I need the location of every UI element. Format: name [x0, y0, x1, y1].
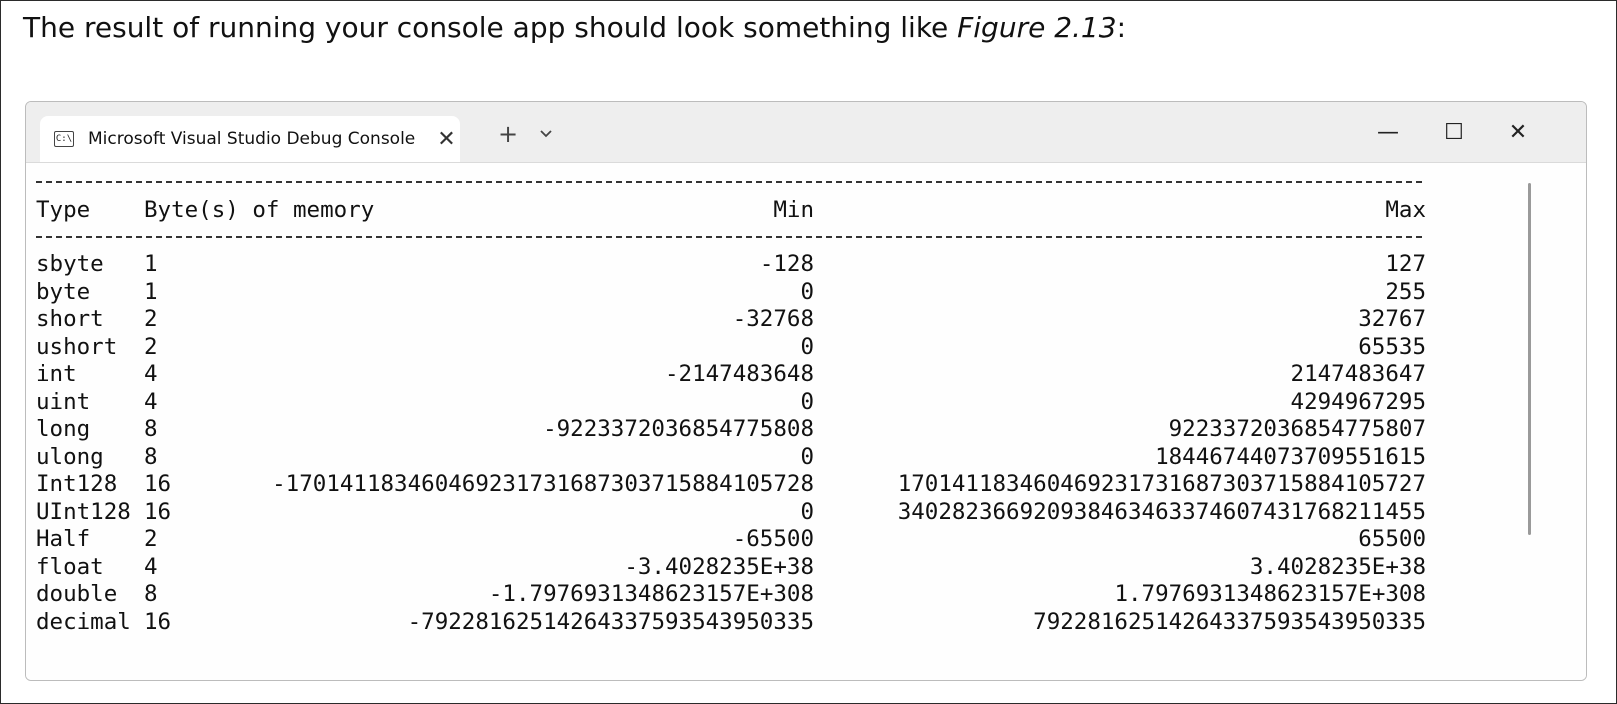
close-window-button[interactable]: ✕ — [1498, 114, 1538, 150]
cell-min: 0 — [800, 333, 814, 360]
cell-type: Int128 — [36, 471, 118, 497]
cell-bytes: 1 — [144, 251, 158, 277]
cell-max: 9223372036854775807 — [1168, 416, 1426, 442]
cell-min: -170141183460469231731687303715884105728 — [272, 471, 814, 497]
table-row: int 4 -2147483648 2147483647 — [36, 361, 1426, 389]
intro-prefix: The result of running your console app s… — [23, 11, 958, 44]
header-type: Type — [36, 197, 91, 223]
cell-type: ushort — [36, 333, 118, 360]
cell-min: -32768 — [732, 306, 814, 332]
table-row: Half 2 -65500 65500 — [36, 526, 1426, 554]
cell-min: 0 — [800, 388, 814, 415]
table-row: short 2 -32768 32767 — [36, 306, 1426, 334]
table-header-row: Type Byte(s) of memory Min Max — [36, 197, 1426, 225]
title-bar: C:\ Microsoft Visual Studio Debug Consol… — [26, 102, 1586, 163]
cell-min: 0 — [800, 278, 814, 305]
cell-type: short — [36, 306, 104, 332]
cell-type: uint — [36, 388, 91, 415]
cell-type: long — [36, 416, 91, 442]
cell-bytes: 4 — [144, 361, 158, 387]
cell-bytes: 2 — [144, 306, 158, 332]
cell-min: -128 — [759, 251, 814, 277]
table-row: byte 1 0 255 — [36, 279, 1426, 307]
table-row: float 4 -3.4028235E+38 3.4028235E+38 — [36, 554, 1426, 582]
cell-max: 2147483647 — [1290, 361, 1426, 387]
cell-type: byte — [36, 278, 91, 305]
cell-bytes: 16 — [144, 471, 172, 497]
cell-type: decimal — [36, 608, 131, 635]
table-row: ulong 8 0 18446744073709551615 — [36, 444, 1426, 472]
tab-title: Microsoft Visual Studio Debug Console — [88, 129, 416, 149]
cell-min: -3.4028235E+38 — [624, 553, 814, 580]
cell-bytes: 4 — [144, 553, 158, 580]
cell-bytes: 2 — [144, 333, 158, 360]
cell-max: 170141183460469231731687303715884105727 — [897, 471, 1426, 497]
cell-type: ulong — [36, 443, 104, 470]
cell-type: float — [36, 553, 104, 580]
cell-max: 1.7976931348623157E+308 — [1114, 581, 1426, 607]
cell-min: -9223372036854775808 — [543, 416, 814, 442]
cell-max: 255 — [1385, 278, 1426, 305]
cell-type: double — [36, 581, 118, 607]
table-row: double 8 -1.7976931348623157E+308 1.7976931… — [36, 581, 1426, 609]
minimize-button[interactable]: — — [1368, 114, 1408, 150]
chevron-down-icon[interactable] — [536, 124, 556, 144]
header-max: Max — [1385, 197, 1426, 223]
table-row: UInt128 16 0 340282366920938463463374607431… — [36, 499, 1426, 527]
cell-type: int — [36, 361, 77, 387]
cell-type: Half — [36, 526, 91, 552]
cell-max: 32767 — [1358, 306, 1426, 332]
cell-max: 65535 — [1358, 333, 1426, 360]
console-icon: C:\ — [54, 131, 74, 147]
cell-max: 4294967295 — [1290, 388, 1426, 415]
cell-bytes: 4 — [144, 388, 158, 415]
cell-min: 0 — [800, 498, 814, 525]
scrollbar[interactable] — [1528, 183, 1531, 535]
close-tab-icon[interactable]: ✕ — [437, 127, 455, 152]
cell-bytes: 16 — [144, 608, 172, 635]
debug-console-window: C:\ Microsoft Visual Studio Debug Consol… — [25, 101, 1587, 681]
divider-line — [36, 236, 1422, 238]
cell-min: -2147483648 — [664, 361, 814, 387]
cell-max: 18446744073709551615 — [1155, 443, 1426, 470]
cell-bytes: 16 — [144, 498, 172, 525]
table-row: ushort 2 0 65535 — [36, 334, 1426, 362]
cell-type: UInt128 — [36, 498, 131, 525]
header-bytes: Byte(s) of memory — [144, 197, 375, 223]
cell-max: 340282366920938463463374607431768211455 — [897, 498, 1426, 525]
table-row: decimal 16 -79228162514264337593543950335 7… — [36, 609, 1426, 637]
cell-max: 3.4028235E+38 — [1249, 553, 1426, 580]
cell-max: 79228162514264337593543950335 — [1033, 608, 1426, 635]
cell-bytes: 8 — [144, 443, 158, 470]
cell-bytes: 8 — [144, 416, 158, 442]
console-output[interactable]: Type Byte(s) of memory Min Max sbyte 1 -12… — [26, 163, 1586, 680]
header-min: Min — [773, 197, 814, 223]
intro-paragraph: The result of running your console app s… — [23, 11, 1126, 44]
new-tab-button[interactable]: + — [498, 120, 518, 148]
intro-suffix: : — [1116, 11, 1126, 44]
divider-line — [36, 181, 1422, 183]
page-frame: The result of running your console app s… — [0, 0, 1617, 704]
cell-min: -1.7976931348623157E+308 — [488, 581, 814, 607]
cell-bytes: 1 — [144, 278, 158, 305]
figure-reference: Figure 2.13 — [957, 11, 1117, 44]
cell-bytes: 2 — [144, 526, 158, 552]
cell-max: 127 — [1385, 251, 1426, 277]
maximize-button[interactable]: ☐ — [1434, 114, 1474, 150]
cell-min: -79228162514264337593543950335 — [407, 608, 814, 635]
cell-max: 65500 — [1358, 526, 1426, 552]
cell-bytes: 8 — [144, 581, 158, 607]
tab-debug-console[interactable]: C:\ Microsoft Visual Studio Debug Consol… — [40, 116, 460, 162]
cell-min: -65500 — [732, 526, 814, 552]
cell-min: 0 — [800, 443, 814, 470]
table-row: sbyte 1 -128 127 — [36, 251, 1426, 279]
table-row: Int128 16 -1701411834604692317316873037158… — [36, 471, 1426, 499]
cell-type: sbyte — [36, 251, 104, 277]
table-row: uint 4 0 4294967295 — [36, 389, 1426, 417]
table-row: long 8 -9223372036854775808 922337203685477… — [36, 416, 1426, 444]
